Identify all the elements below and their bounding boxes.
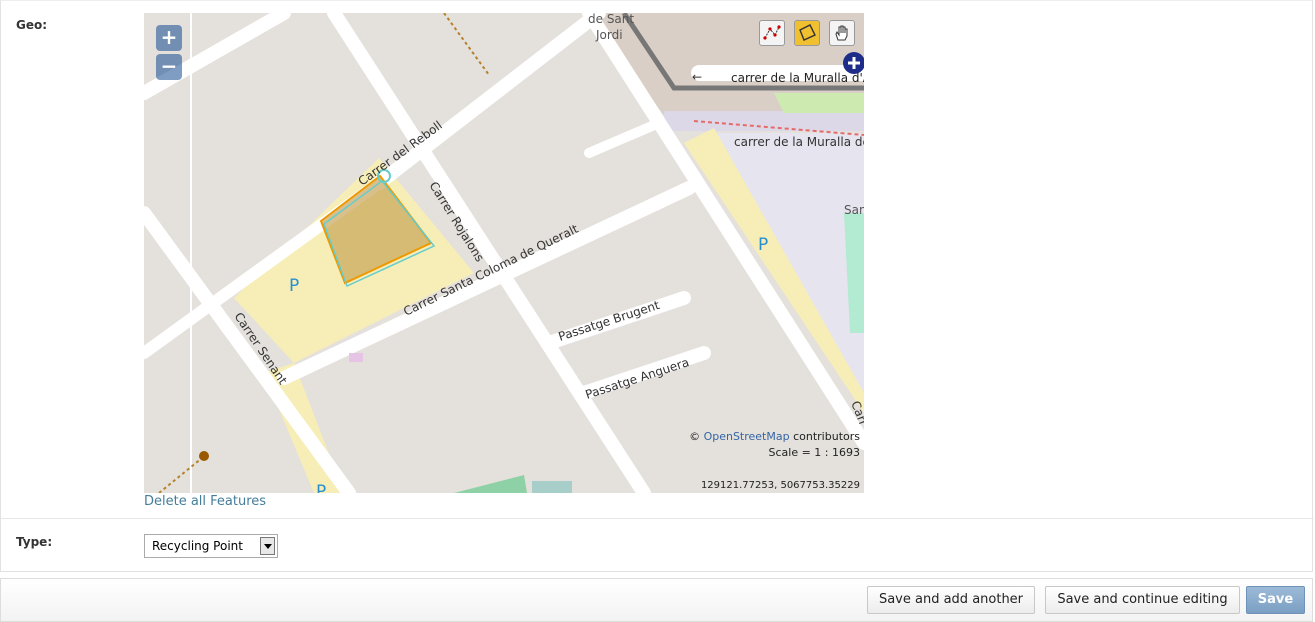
- save-and-add-another-button[interactable]: Save and add another: [867, 586, 1035, 614]
- pan-hand-icon: [835, 25, 848, 41]
- geo-label: Geo:: [16, 18, 48, 32]
- copyright-symbol: ©: [689, 430, 701, 443]
- label-brugent: Passatge Brugent: [557, 298, 662, 344]
- draw-line-icon: [763, 25, 781, 40]
- draw-polygon-button[interactable]: [794, 20, 820, 46]
- label-muralla-1: carrer de la Muralla d'A: [731, 71, 864, 85]
- save-and-continue-button[interactable]: Save and continue editing: [1045, 586, 1240, 614]
- label-de-sant: de Sant: [588, 13, 634, 26]
- type-select-value: Recycling Point: [152, 539, 243, 553]
- geo-field-row: Geo: Carrer del Reboll Carrer Rojalons C…: [1, 1, 1314, 519]
- chevron-down-icon[interactable]: [260, 537, 275, 555]
- attribution-suffix: contributors: [793, 430, 860, 443]
- delete-all-features-link[interactable]: Delete all Features: [144, 494, 266, 509]
- type-label: Type:: [16, 535, 53, 549]
- map-attribution: © OpenStreetMap contributors Scale = 1 :…: [689, 429, 860, 461]
- draw-line-button[interactable]: [759, 20, 785, 46]
- change-form: Geo: Carrer del Reboll Carrer Rojalons C…: [0, 0, 1314, 572]
- label-sant-partial: San: [844, 203, 864, 217]
- one-way-arrow-icon: ←: [692, 70, 702, 84]
- openstreetmap-link[interactable]: OpenStreetMap: [704, 430, 790, 443]
- label-parking-1: P: [289, 276, 299, 296]
- label-anguera: Passatge Anguera: [584, 355, 691, 402]
- label-parking-2: P: [758, 235, 768, 255]
- save-button[interactable]: Save: [1246, 586, 1305, 614]
- zoom-in-button[interactable]: +: [156, 25, 182, 51]
- label-senant: Carrer Senant: [232, 310, 290, 387]
- label-coloma: Carrer Santa Coloma de Queralt: [401, 222, 580, 319]
- type-field-row: Type: Recycling Point: [1, 520, 1314, 572]
- label-reboll: Carrer del Reboll: [356, 118, 445, 188]
- label-muralla-2: carrer de la Muralla de: [734, 135, 864, 149]
- map-scale: Scale = 1 : 1693: [768, 446, 861, 459]
- type-select[interactable]: Recycling Point: [144, 534, 278, 558]
- submit-row: Save and add another Save and continue e…: [0, 578, 1313, 622]
- zoom-out-button[interactable]: −: [156, 54, 182, 80]
- label-jordi: Jordi: [595, 28, 623, 42]
- map-labels: Carrer del Reboll Carrer Rojalons Carrer…: [232, 13, 864, 493]
- mouse-coordinates: 129121.77253, 5067753.35229: [700, 480, 860, 491]
- label-parking-3: P: [316, 482, 326, 493]
- label-carr-partial: Carr: [848, 399, 864, 428]
- pan-button[interactable]: [829, 20, 855, 46]
- map-widget[interactable]: Carrer del Reboll Carrer Rojalons Carrer…: [144, 13, 864, 493]
- label-rojalons: Carrer Rojalons: [426, 179, 486, 264]
- draw-polygon-icon: [799, 24, 816, 41]
